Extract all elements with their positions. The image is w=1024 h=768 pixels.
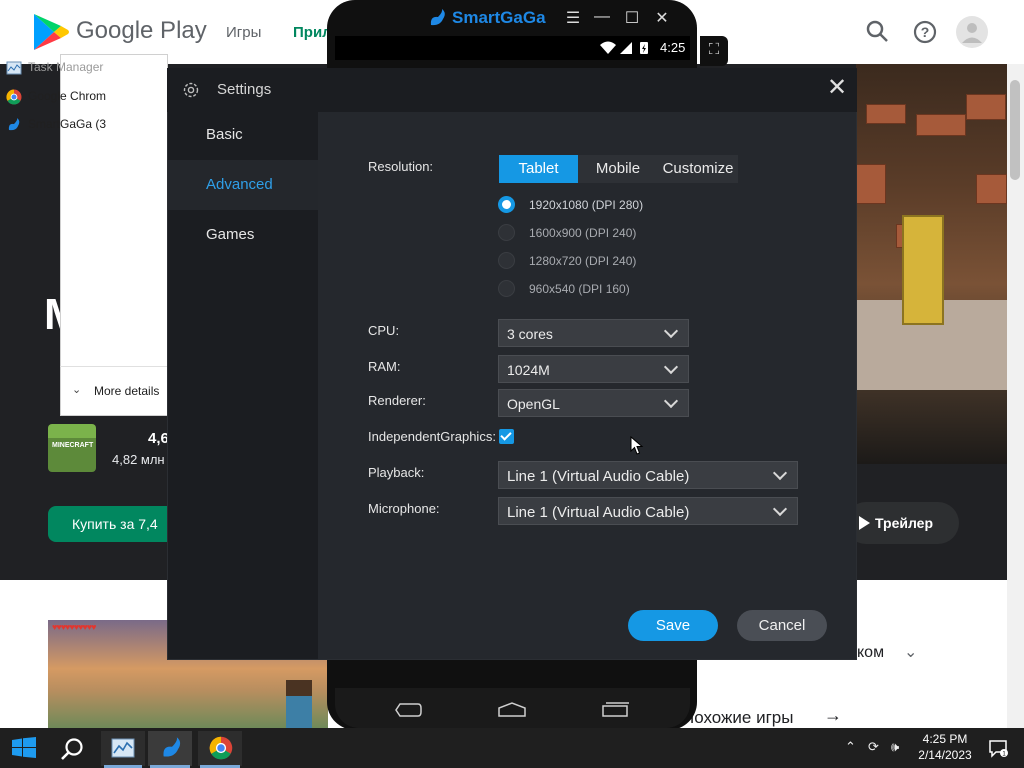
chevron-down-icon[interactable]: ⌄ xyxy=(904,642,917,662)
recents-icon[interactable] xyxy=(600,700,632,720)
ram-label: RAM: xyxy=(368,359,401,374)
settings-title: Settings xyxy=(217,81,272,98)
playback-value: Line 1 (Virtual Audio Cable) xyxy=(507,468,690,485)
more-details-link[interactable]: More details xyxy=(94,384,159,398)
chrome-item[interactable]: Google Chrome xyxy=(6,89,106,113)
help-icon[interactable]: ? xyxy=(909,16,941,48)
renderer-select[interactable]: OpenGL xyxy=(498,389,689,417)
fullscreen-icon[interactable]: ⛶ xyxy=(700,36,728,66)
radio-unselected[interactable] xyxy=(498,252,515,269)
task-manager-icon xyxy=(111,738,135,758)
radio-unselected[interactable] xyxy=(498,224,515,241)
chevron-down-icon[interactable]: ⌄ xyxy=(72,383,81,396)
close-icon[interactable]: ✕ xyxy=(652,8,672,28)
tab-basic[interactable]: Basic xyxy=(168,110,318,160)
resolution-mode-customize[interactable]: Customize xyxy=(658,155,738,183)
smartgaga-icon xyxy=(8,118,20,131)
app-icon-label: MINECRAFT xyxy=(52,442,94,449)
cancel-button[interactable]: Cancel xyxy=(737,610,827,641)
signal-icon xyxy=(620,42,632,54)
minecraft-gold-armor-figure xyxy=(902,215,944,325)
app-rating: 4,6 xyxy=(148,430,169,447)
playback-select[interactable]: Line 1 (Virtual Audio Cable) xyxy=(498,461,798,489)
renderer-label: Renderer: xyxy=(368,393,426,408)
chrome-icon xyxy=(209,736,233,760)
renderer-value: OpenGL xyxy=(507,396,560,412)
notification-icon[interactable]: 1 xyxy=(988,738,1008,758)
about-game-heading-fragment[interactable]: ком xyxy=(857,644,884,662)
buy-button[interactable]: Купить за 7,4 xyxy=(48,506,178,542)
smartgaga-logo-icon xyxy=(430,9,445,26)
settings-content xyxy=(318,112,856,659)
taskbar-clock-date[interactable]: 2/14/2023 xyxy=(914,748,976,762)
cpu-select[interactable]: 3 cores xyxy=(498,319,689,347)
resolution-mode-tablet[interactable]: Tablet xyxy=(499,155,578,183)
windows-start-icon[interactable] xyxy=(12,737,36,759)
cpu-label: CPU: xyxy=(368,323,400,338)
independent-graphics-label: IndependentGraphics: xyxy=(368,429,496,444)
svg-text:?: ? xyxy=(921,24,930,40)
microphone-value: Line 1 (Virtual Audio Cable) xyxy=(507,504,690,521)
divider xyxy=(60,366,168,367)
status-time: 4:25 xyxy=(660,40,686,55)
account-avatar-icon[interactable] xyxy=(956,16,988,48)
microphone-select[interactable]: Line 1 (Virtual Audio Cable) xyxy=(498,497,798,525)
taskbar-clock-time[interactable]: 4:25 PM xyxy=(916,732,974,746)
arrow-right-icon[interactable]: → xyxy=(824,705,842,726)
task-manager-item[interactable]: Task Manager xyxy=(6,60,106,84)
smartgaga-icon xyxy=(163,737,181,757)
minimize-icon[interactable]: — xyxy=(592,8,612,26)
smartgaga-item[interactable]: SmartGaGa (32 xyxy=(6,117,106,141)
chrome-item-label: Google Chrome xyxy=(28,89,106,104)
chevron-down-icon xyxy=(663,323,679,339)
maximize-icon[interactable]: ☐ xyxy=(622,8,642,28)
similar-games-heading[interactable]: Похожие игры xyxy=(682,708,793,728)
task-manager-icon xyxy=(6,61,22,75)
health-hearts: ♥♥♥♥♥♥♥♥♥♥ xyxy=(52,622,96,632)
ram-select[interactable]: 1024M xyxy=(498,355,689,383)
resolution-mode-mobile[interactable]: Mobile xyxy=(578,155,658,183)
task-manager-item-label: Task Manager xyxy=(28,60,104,75)
smartgaga-item-label: SmartGaGa (32 xyxy=(28,117,106,132)
emulator-title: SmartGaGa xyxy=(452,8,546,27)
mouse-cursor-icon xyxy=(630,436,644,455)
save-button[interactable]: Save xyxy=(628,610,718,641)
nav-games[interactable]: Игры xyxy=(226,24,261,41)
cpu-value: 3 cores xyxy=(507,326,553,342)
microphone-label: Microphone: xyxy=(368,501,440,516)
chevron-down-icon xyxy=(663,359,679,375)
google-play-logo-icon[interactable] xyxy=(30,12,70,52)
radio-selected[interactable] xyxy=(498,196,515,213)
home-icon[interactable] xyxy=(496,700,528,720)
search-icon[interactable] xyxy=(862,16,894,48)
volume-icon[interactable]: 🕪 xyxy=(891,739,899,755)
chevron-down-icon xyxy=(772,501,788,517)
search-icon[interactable] xyxy=(60,736,86,762)
page-scrollbar-thumb[interactable] xyxy=(1010,80,1020,180)
network-icon[interactable]: ⟳ xyxy=(868,739,879,755)
radio-unselected[interactable] xyxy=(498,280,515,297)
app-review-count: 4,82 млн xyxy=(112,452,165,467)
tab-games[interactable]: Games xyxy=(168,210,318,260)
play-icon xyxy=(859,516,870,530)
playback-label: Playback: xyxy=(368,465,425,480)
status-icons xyxy=(600,41,648,54)
tab-advanced[interactable]: Advanced xyxy=(168,160,318,210)
tray-overflow-chevron-icon[interactable]: ⌃ xyxy=(845,739,856,755)
hamburger-menu-icon[interactable]: ☰ xyxy=(563,8,583,28)
chevron-down-icon xyxy=(772,465,788,481)
wifi-icon xyxy=(600,41,616,54)
chrome-icon xyxy=(6,89,22,105)
gear-icon xyxy=(183,82,199,98)
chevron-down-icon xyxy=(663,393,679,409)
nav-apps[interactable]: Прил xyxy=(293,24,332,41)
resolution-label: Resolution: xyxy=(368,159,434,174)
google-play-brand[interactable]: Google Play xyxy=(76,17,207,45)
back-icon[interactable] xyxy=(394,700,424,720)
ram-value: 1024M xyxy=(507,362,550,378)
close-icon[interactable]: ✕ xyxy=(824,76,850,100)
minecraft-steve-figure xyxy=(286,680,312,728)
